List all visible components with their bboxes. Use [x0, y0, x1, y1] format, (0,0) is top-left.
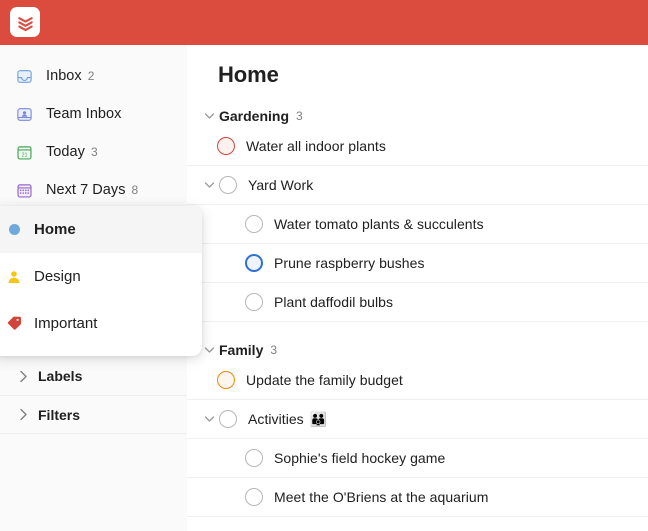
task-checkbox[interactable] [245, 215, 263, 233]
task-row[interactable]: Update the family budget [187, 361, 648, 400]
task-row[interactable]: Plant daffodil bulbs [187, 283, 648, 322]
section-header-family[interactable]: Family 3 [187, 339, 648, 361]
chevron-right-icon [14, 370, 32, 383]
sidebar-groups: Labels Filters [0, 357, 187, 434]
popup-item-label: Important [34, 315, 98, 332]
popup-item-design[interactable]: Design [0, 253, 202, 300]
task-checkbox[interactable] [217, 371, 235, 389]
sidebar-nav-list: Inbox 2 Team Inbox 21 Today 3 Next 7 Day… [0, 45, 187, 218]
task-row[interactable]: Yard Work [187, 166, 648, 205]
sidebar-item-label: Next 7 Days [46, 182, 126, 198]
calendar-today-icon: 21 [12, 140, 36, 164]
task-row[interactable]: Sophie's field hockey game [187, 439, 648, 478]
popup-item-important[interactable]: Important [0, 300, 202, 347]
section-header-gardening[interactable]: Gardening 3 [187, 105, 648, 127]
task-title: Water all indoor plants [246, 138, 386, 154]
task-row[interactable]: Activities 👪 [187, 400, 648, 439]
calendar-week-icon [12, 178, 36, 202]
task-checkbox[interactable] [217, 137, 235, 155]
chevron-down-icon[interactable] [202, 415, 216, 423]
sidebar-group-divider [0, 433, 187, 434]
task-title: Activities [248, 411, 304, 427]
popup-item-label: Home [34, 221, 76, 238]
task-checkbox[interactable] [245, 293, 263, 311]
family-emoji-icon: 👪 [309, 410, 328, 427]
task-checkbox[interactable] [245, 488, 263, 506]
project-dot-icon [0, 224, 28, 235]
main-content: Home Gardening 3 Water all indoor plants… [187, 45, 648, 531]
svg-text:21: 21 [21, 152, 27, 158]
task-title: Update the family budget [246, 372, 403, 388]
section-count: 3 [296, 109, 303, 123]
task-row[interactable]: Prune raspberry bushes [187, 244, 648, 283]
section-name: Family [219, 342, 264, 358]
sidebar-item-count: 3 [90, 145, 98, 159]
chevron-down-icon [202, 346, 216, 354]
chevron-down-icon [202, 112, 216, 120]
task-row[interactable]: Water tomato plants & succulents [187, 205, 648, 244]
task-title: Yard Work [248, 177, 314, 193]
sidebar-item-label: Team Inbox [46, 106, 122, 122]
sidebar-item-count: 2 [87, 69, 95, 83]
task-checkbox[interactable] [245, 254, 263, 272]
shared-person-icon [0, 270, 28, 284]
inbox-icon [12, 64, 36, 88]
top-app-bar [0, 0, 648, 45]
project-popup: Home Design Important [0, 206, 202, 356]
sidebar-group-label: Labels [38, 368, 83, 384]
todoist-logo-icon[interactable] [10, 7, 40, 37]
sidebar-item-count: 8 [131, 183, 139, 197]
sidebar-item-today[interactable]: 21 Today 3 [0, 133, 187, 171]
task-row[interactable]: Meet the O'Briens at the aquarium [187, 478, 648, 517]
label-tag-icon [0, 316, 28, 331]
task-checkbox[interactable] [245, 449, 263, 467]
task-title: Water tomato plants & succulents [274, 216, 484, 232]
chevron-down-icon[interactable] [202, 181, 216, 189]
team-inbox-icon [12, 102, 36, 126]
task-title: Meet the O'Briens at the aquarium [274, 489, 489, 505]
task-checkbox[interactable] [219, 410, 237, 428]
popup-item-label: Design [34, 268, 81, 285]
sidebar-item-team-inbox[interactable]: Team Inbox [0, 95, 187, 133]
task-title: Sophie's field hockey game [274, 450, 446, 466]
todoist-app-window: Inbox 2 Team Inbox 21 Today 3 Next 7 Day… [0, 0, 648, 531]
task-checkbox[interactable] [219, 176, 237, 194]
section-count: 3 [270, 343, 278, 357]
sidebar-item-label: Today [46, 144, 85, 160]
task-row[interactable]: Water all indoor plants [187, 127, 648, 166]
sidebar-item-label: Inbox [46, 68, 82, 84]
popup-item-home[interactable]: Home [0, 206, 202, 253]
sidebar-item-inbox[interactable]: Inbox 2 [0, 57, 187, 95]
sidebar-group-filters[interactable]: Filters [0, 395, 187, 433]
sidebar-item-next-7-days[interactable]: Next 7 Days 8 [0, 171, 187, 209]
sidebar-group-label: Filters [38, 406, 81, 423]
sidebar-group-labels[interactable]: Labels [0, 357, 187, 395]
section-name: Gardening [219, 108, 290, 124]
page-title: Home [218, 62, 279, 87]
task-title: Prune raspberry bushes [274, 255, 425, 271]
chevron-right-icon [14, 408, 32, 421]
task-title: Plant daffodil bulbs [274, 294, 394, 310]
